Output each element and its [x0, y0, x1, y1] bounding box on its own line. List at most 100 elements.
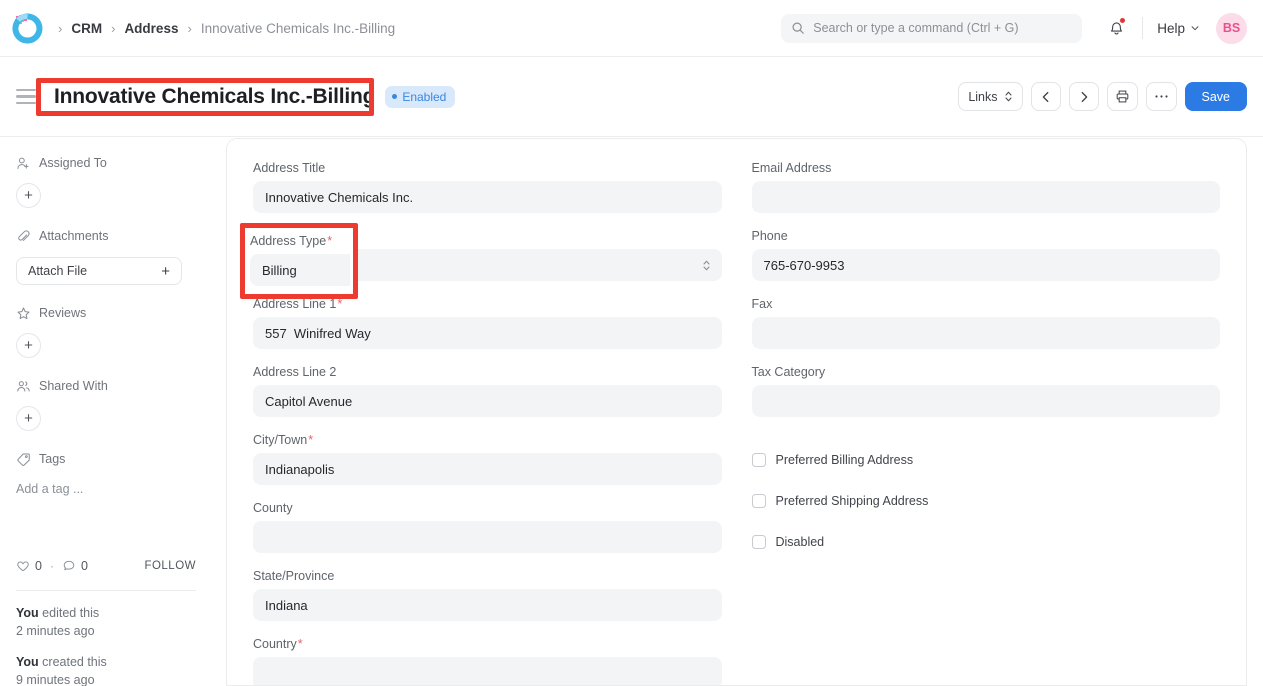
previous-record-button[interactable] [1031, 82, 1061, 111]
sidebar-label-tags: Tags [39, 452, 65, 466]
disabled-checkbox[interactable]: Disabled [752, 535, 1221, 549]
activity-entry: You created this 9 minutes ago [16, 653, 196, 686]
comment-icon [62, 559, 76, 573]
links-dropdown-button[interactable]: Links [958, 82, 1022, 111]
label-address-line-1: Address Line 1* [253, 297, 722, 311]
bell-icon[interactable] [1104, 16, 1128, 40]
chevron-down-icon [1190, 23, 1200, 33]
comment-counter[interactable]: 0 [62, 559, 88, 573]
checkbox-box-icon [752, 494, 766, 508]
sidebar-label-assigned-to: Assigned To [39, 156, 107, 170]
sidebar-label-attachments: Attachments [39, 229, 108, 243]
add-review-button[interactable]: + [16, 333, 41, 358]
address-type-value: Billing [265, 258, 300, 273]
status-badge[interactable]: Enabled [385, 86, 455, 108]
save-button[interactable]: Save [1185, 82, 1248, 111]
required-marker: * [298, 637, 303, 651]
city-town-field[interactable]: Indianapolis [253, 453, 722, 485]
label-state-province: State/Province [253, 569, 722, 583]
sidebar-divider [16, 590, 196, 591]
navbar-right: Search or type a command (Ctrl + G) Help… [781, 13, 1263, 44]
frappe-logo-icon[interactable] [11, 12, 44, 45]
checkbox-label: Disabled [776, 535, 825, 549]
state-province-field[interactable]: Indiana [253, 589, 722, 621]
status-dot-icon [392, 94, 397, 99]
label-country: Country* [253, 637, 722, 651]
follow-button[interactable]: FOLLOW [144, 560, 196, 572]
label-text: City/Town [253, 433, 307, 447]
attach-file-label: Attach File [28, 264, 87, 278]
chevron-up-down-icon [1004, 90, 1013, 103]
breadcrumb-separator: › [111, 22, 115, 35]
help-menu[interactable]: Help [1157, 21, 1200, 36]
address-title-field[interactable]: Innovative Chemicals Inc. [253, 181, 722, 213]
page-title: Innovative Chemicals Inc.-Billing [54, 85, 375, 109]
sidebar-section-assigned-to: Assigned To + [16, 151, 196, 208]
help-label: Help [1157, 21, 1185, 36]
label-address-type: Address Type* [253, 229, 722, 243]
label-address-title: Address Title [253, 161, 722, 175]
add-tag-input[interactable]: Add a tag ... [16, 482, 196, 496]
form-card: Address Title Innovative Chemicals Inc. … [226, 138, 1247, 686]
field-country: Country* [253, 637, 722, 686]
social-row: 0 · 0 FOLLOW [16, 556, 196, 576]
county-field[interactable] [253, 521, 722, 553]
preferred-shipping-address-checkbox[interactable]: Preferred Shipping Address [752, 494, 1221, 508]
breadcrumb-separator: › [187, 22, 191, 35]
phone-field[interactable]: 765-670-9953 [752, 249, 1221, 281]
breadcrumb-item-crm[interactable]: CRM [71, 21, 102, 36]
page-header: Innovative Chemicals Inc.-Billing Enable… [0, 57, 1263, 137]
fax-field[interactable] [752, 317, 1221, 349]
email-address-field[interactable] [752, 181, 1221, 213]
printer-icon [1115, 89, 1130, 104]
label-fax: Fax [752, 297, 1221, 311]
required-marker: * [308, 433, 313, 447]
activity-action: created this [42, 655, 107, 669]
label-tax-category: Tax Category [752, 365, 1221, 379]
hamburger-icon[interactable] [16, 89, 36, 105]
sidebar-label-shared-with: Shared With [39, 379, 108, 393]
user-plus-icon [16, 156, 31, 171]
address-line-2-field[interactable]: Capitol Avenue [253, 385, 722, 417]
label-email-address: Email Address [752, 161, 1221, 175]
field-county: County [253, 501, 722, 553]
attach-file-button[interactable]: Attach File + [16, 257, 182, 285]
next-record-button[interactable] [1069, 82, 1099, 111]
left-sidebar: Assigned To + Attachments Attach File + [0, 137, 212, 686]
address-line-1-field[interactable]: 557 Winifred Way [253, 317, 722, 349]
required-marker: * [330, 229, 335, 243]
print-button[interactable] [1107, 82, 1138, 111]
search-icon [791, 21, 805, 35]
star-icon [16, 306, 31, 321]
users-icon [16, 379, 31, 394]
more-options-button[interactable] [1146, 82, 1177, 111]
label-text: Address Line 1 [253, 297, 336, 311]
search-input[interactable]: Search or type a command (Ctrl + G) [781, 14, 1082, 43]
activity-actor: You [16, 655, 39, 669]
social-separator: · [50, 559, 54, 573]
comment-count: 0 [81, 559, 88, 573]
top-navbar: › CRM › Address › Innovative Chemicals I… [0, 0, 1263, 57]
required-marker: * [337, 297, 342, 311]
label-text: Country [253, 637, 297, 651]
address-type-select[interactable]: Billing [253, 249, 722, 281]
sidebar-label-reviews: Reviews [39, 306, 86, 320]
label-city-town: City/Town* [253, 433, 722, 447]
breadcrumb-item-address[interactable]: Address [124, 21, 178, 36]
paperclip-icon [16, 229, 31, 244]
add-share-button[interactable]: + [16, 406, 41, 431]
chevron-up-down-icon [702, 259, 711, 272]
like-counter[interactable]: 0 [16, 559, 42, 573]
tax-category-field[interactable] [752, 385, 1221, 417]
search-placeholder: Search or type a command (Ctrl + G) [813, 21, 1018, 35]
status-badge-label: Enabled [402, 90, 446, 104]
preferred-billing-address-checkbox[interactable]: Preferred Billing Address [752, 453, 1221, 467]
avatar[interactable]: BS [1216, 13, 1247, 44]
checkbox-spacer [752, 433, 1221, 453]
links-label: Links [968, 90, 997, 104]
avatar-initials: BS [1223, 21, 1240, 35]
add-assignee-button[interactable]: + [16, 183, 41, 208]
country-field[interactable] [253, 657, 722, 686]
checkbox-label: Preferred Billing Address [776, 453, 914, 467]
checkbox-box-icon [752, 453, 766, 467]
